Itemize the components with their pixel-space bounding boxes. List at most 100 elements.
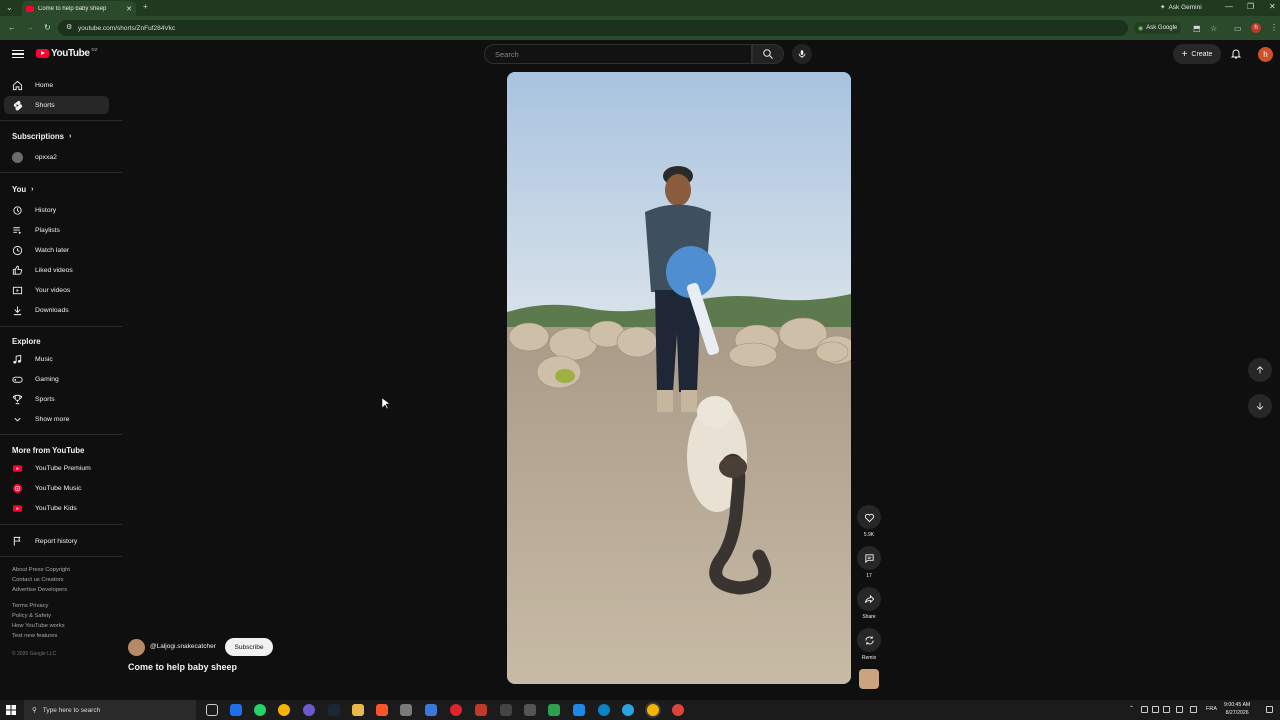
shorts-video-player[interactable] — [507, 72, 851, 684]
tray-icon[interactable] — [1176, 706, 1183, 713]
footer-links-3[interactable]: Advertise Developers — [12, 585, 67, 595]
footer-links-1[interactable]: About Press Copyright — [12, 565, 70, 575]
sidebar-item-subscription[interactable]: opxxa2 — [4, 148, 109, 166]
sidebar-item-home[interactable]: Home — [4, 76, 109, 94]
sidebar-item-show-more[interactable]: Show more — [4, 410, 109, 428]
ask-gemini-button[interactable]: ✦ Ask Gemini — [1160, 1, 1202, 13]
opera-icon[interactable] — [450, 704, 462, 716]
sidebar-item-your-videos[interactable]: Your videos — [4, 281, 109, 299]
steam-icon[interactable] — [328, 704, 340, 716]
comment-count: 17 — [866, 573, 872, 579]
chrome-active-icon[interactable] — [647, 704, 659, 716]
search-icon: ⚲ — [32, 707, 37, 714]
edge-icon[interactable] — [598, 704, 610, 716]
reload-icon[interactable]: ↻ — [44, 23, 51, 32]
close-window-icon[interactable]: ✕ — [1269, 2, 1276, 11]
sound-thumbnail[interactable] — [859, 669, 879, 689]
like-button[interactable] — [857, 505, 881, 529]
input-language[interactable]: FRA — [1206, 706, 1217, 712]
sidebar-item-playlists[interactable]: Playlists — [4, 221, 109, 239]
channel-avatar[interactable] — [128, 639, 145, 656]
install-icon[interactable]: ⬒ — [1193, 24, 1201, 33]
video-title[interactable]: Come to help baby sheep — [128, 662, 237, 672]
footer-links-4[interactable]: Terms Privacy — [12, 601, 48, 611]
share-button[interactable] — [857, 587, 881, 611]
search-button[interactable] — [752, 44, 784, 64]
channel-name[interactable]: @Laljogi.snakecatcher — [150, 643, 216, 650]
sidebar-item-shorts[interactable]: Shorts — [4, 96, 109, 114]
ask-google-button[interactable]: ◉ Ask Google — [1134, 22, 1182, 34]
sidebar-item-music[interactable]: Music — [4, 350, 109, 368]
youtube-logo[interactable]: YouTube DZ — [36, 47, 98, 59]
sidebar-item-youtube-music[interactable]: YouTube Music — [4, 479, 109, 497]
task-view-icon[interactable] — [206, 704, 218, 716]
guide-menu-icon[interactable] — [12, 48, 24, 60]
chrome-icon[interactable] — [278, 704, 290, 716]
new-tab-icon[interactable]: + — [143, 2, 148, 11]
network-icon[interactable] — [1152, 706, 1159, 713]
footer-links-2[interactable]: Contact us Creators — [12, 575, 64, 585]
volume-icon[interactable] — [1163, 706, 1170, 713]
taskbar-search-box[interactable]: ⚲ Type here to search — [24, 700, 196, 720]
restore-icon[interactable]: ❐ — [1247, 2, 1254, 11]
notifications-bell-icon[interactable] — [1230, 47, 1242, 60]
comments-button[interactable] — [857, 546, 881, 570]
app-icon[interactable] — [425, 704, 437, 716]
chevron-right-icon: › — [31, 186, 34, 193]
create-button[interactable]: + Create — [1173, 44, 1221, 64]
sidebar-item-downloads[interactable]: Downloads — [4, 301, 109, 319]
app-icon[interactable] — [230, 704, 242, 716]
sidebar-item-history[interactable]: History — [4, 201, 109, 219]
sidebar-item-report-history[interactable]: Report history — [4, 532, 109, 550]
tray-icon[interactable] — [1141, 706, 1148, 713]
previous-short-button[interactable] — [1248, 358, 1272, 382]
subscribe-button[interactable]: Subscribe — [225, 638, 273, 656]
telegram-icon[interactable] — [622, 704, 634, 716]
footer-links-6[interactable]: How YouTube works — [12, 621, 65, 631]
app-icon[interactable] — [400, 704, 412, 716]
close-tab-icon[interactable]: ✕ — [126, 5, 132, 13]
sidebar-item-gaming[interactable]: Gaming — [4, 370, 109, 388]
app-icon[interactable] — [548, 704, 560, 716]
bookmark-star-icon[interactable]: ☆ — [1210, 24, 1217, 33]
app-icon[interactable] — [524, 704, 536, 716]
taskbar-clock[interactable]: 9:00:45 AM 8/27/2026 — [1224, 701, 1250, 717]
notification-center-icon[interactable] — [1266, 706, 1273, 713]
forward-icon[interactable]: → — [26, 23, 34, 32]
whatsapp-icon[interactable] — [254, 704, 266, 716]
tray-overflow-icon[interactable]: ⌃ — [1129, 705, 1134, 712]
sidebar-item-sports[interactable]: Sports — [4, 390, 109, 408]
app-icon[interactable] — [672, 704, 684, 716]
app-icon[interactable] — [500, 704, 512, 716]
subscriptions-heading[interactable]: Subscriptions › — [12, 132, 71, 141]
next-short-button[interactable] — [1248, 394, 1272, 418]
tab-list-icon[interactable]: ⌄ — [6, 3, 13, 12]
app-icon[interactable] — [303, 704, 315, 716]
sidebar-item-youtube-premium[interactable]: YouTube Premium — [4, 459, 109, 477]
voice-search-button[interactable] — [792, 44, 812, 64]
windows-start-icon[interactable] — [6, 705, 16, 715]
app-icon[interactable] — [475, 704, 487, 716]
file-explorer-icon[interactable] — [352, 704, 364, 716]
browser-menu-icon[interactable]: ⋮ — [1270, 23, 1278, 32]
remix-button[interactable] — [857, 628, 881, 652]
keyboard-icon[interactable] — [1190, 706, 1197, 713]
browser-profile-avatar[interactable]: h — [1251, 23, 1261, 33]
sidebar-item-watch-later[interactable]: Watch later — [4, 241, 109, 259]
footer-links-7[interactable]: Test new features — [12, 631, 57, 641]
brave-icon[interactable] — [376, 704, 388, 716]
account-avatar[interactable]: h — [1258, 47, 1273, 62]
minimize-icon[interactable]: — — [1225, 2, 1233, 11]
side-panel-icon[interactable]: ▭ — [1234, 24, 1242, 33]
footer-links-5[interactable]: Policy & Safety — [12, 611, 51, 621]
site-info-icon[interactable]: ⚙ — [66, 23, 72, 31]
lens-icon: ◉ — [1138, 25, 1144, 32]
sidebar-item-liked-videos[interactable]: Liked videos — [4, 261, 109, 279]
search-input[interactable]: Search — [484, 44, 752, 64]
sidebar-item-youtube-kids[interactable]: YouTube Kids — [4, 499, 109, 517]
browser-tab[interactable]: Come to help baby sheep ✕ — [22, 1, 136, 16]
you-heading[interactable]: You › — [12, 185, 34, 194]
back-icon[interactable]: ← — [8, 23, 16, 32]
address-bar[interactable]: ⚙ youtube.com/shorts/ZnFuf284Vkc — [58, 20, 1128, 36]
app-icon[interactable] — [573, 704, 585, 716]
